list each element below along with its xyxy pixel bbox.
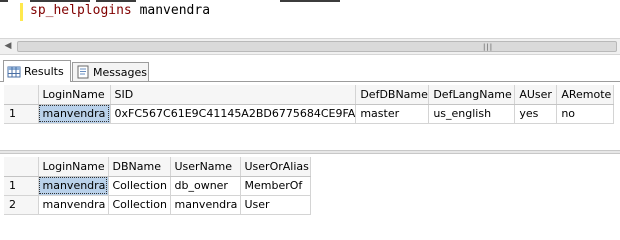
result-tabs: Results Messages <box>0 55 620 82</box>
table-cell[interactable]: manvendra <box>38 195 109 215</box>
table-row[interactable]: 1 manvendra Collection db_owner MemberOf <box>4 176 311 196</box>
column-header[interactable]: UserName <box>170 157 241 177</box>
results-pane: LoginName SID DefDBName DefLangName AUse… <box>0 82 620 230</box>
table-cell[interactable]: us_english <box>428 104 516 124</box>
table-cell-selected[interactable]: manvendra <box>38 176 109 196</box>
query-keyword: sp_helplogins <box>30 3 132 18</box>
table-cell[interactable]: manvendra <box>170 195 241 215</box>
table-cell[interactable]: yes <box>514 104 558 124</box>
changed-line-marker <box>20 3 23 21</box>
table-cell[interactable]: db_owner <box>170 176 241 196</box>
column-header[interactable]: LoginName <box>38 157 109 177</box>
tab-results-label: Results <box>24 65 64 78</box>
table-cell[interactable]: MemberOf <box>240 176 311 196</box>
grid-header-row: LoginName DBName UserName UserOrAlias <box>4 157 311 177</box>
tab-messages[interactable]: Messages <box>72 62 149 81</box>
tab-results[interactable]: Results <box>3 60 71 82</box>
table-cell-selected[interactable]: manvendra <box>38 104 111 124</box>
table-row[interactable]: 2 manvendra Collection manvendra User <box>4 195 311 215</box>
table-cell[interactable]: Collection <box>108 176 171 196</box>
column-header[interactable]: AUser <box>514 85 558 105</box>
scrollbar-grip-icon: ||| <box>483 43 494 51</box>
column-header[interactable]: ARemote <box>556 85 615 105</box>
row-number[interactable]: 2 <box>4 195 39 215</box>
table-cell[interactable]: 0xFC567C61E9C41145A2BD6775684CE9FA <box>110 104 357 124</box>
scroll-left-arrow-icon[interactable]: ◀ <box>1 39 15 54</box>
column-header[interactable]: UserOrAlias <box>240 157 311 177</box>
result-grid-2: LoginName DBName UserName UserOrAlias 1 … <box>4 157 311 215</box>
column-header[interactable]: DBName <box>108 157 171 177</box>
column-header[interactable]: DefDBName <box>355 85 430 105</box>
row-number-header[interactable] <box>4 157 39 177</box>
grid-header-row: LoginName SID DefDBName DefLangName AUse… <box>4 85 615 105</box>
column-header[interactable]: LoginName <box>38 85 111 105</box>
table-cell[interactable]: master <box>355 104 430 124</box>
scrollbar-thumb[interactable]: ||| <box>17 41 617 52</box>
grid-icon <box>7 66 21 77</box>
column-header[interactable]: SID <box>110 85 357 105</box>
row-number-header[interactable] <box>4 85 39 105</box>
row-number[interactable]: 1 <box>4 104 39 124</box>
table-cell[interactable]: User <box>240 195 311 215</box>
grid-splitter[interactable] <box>0 150 620 154</box>
result-grid-1: LoginName SID DefDBName DefLangName AUse… <box>4 85 615 124</box>
query-text[interactable]: sp_helplogins manvendra <box>30 3 210 18</box>
query-editor[interactable]: sp_helplogins manvendra <box>0 0 620 38</box>
tab-messages-label: Messages <box>93 65 147 79</box>
table-row[interactable]: 1 manvendra 0xFC567C61E9C41145A2BD677568… <box>4 104 615 124</box>
row-number[interactable]: 1 <box>4 176 39 196</box>
table-cell[interactable]: no <box>556 104 615 124</box>
table-cell[interactable]: Collection <box>108 195 171 215</box>
query-argument: manvendra <box>139 3 211 18</box>
document-icon <box>77 65 89 79</box>
column-header[interactable]: DefLangName <box>428 85 516 105</box>
editor-horizontal-scrollbar[interactable]: ◀ ||| <box>0 38 620 55</box>
